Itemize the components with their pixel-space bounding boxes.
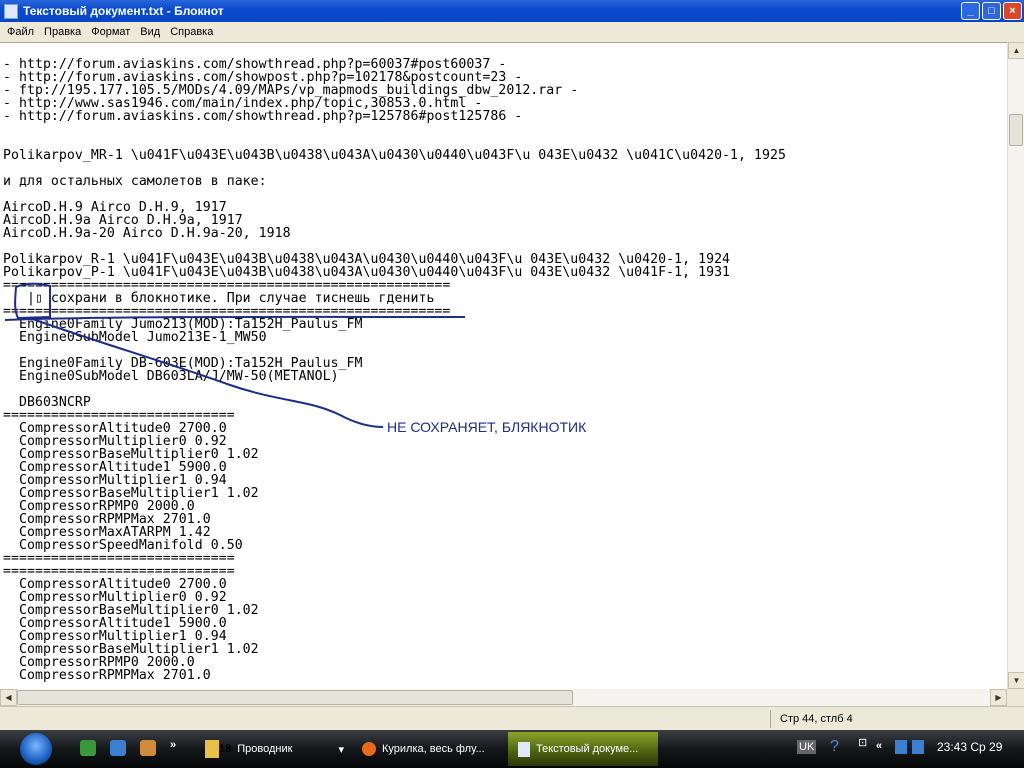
menu-format[interactable]: Формат	[86, 26, 135, 38]
maximize-button[interactable]: □	[982, 2, 1001, 20]
restore-icon[interactable]: ⊡	[858, 736, 867, 749]
text-line: AircoD.H.9a-20 Airco D.H.9a-20, 1918	[3, 226, 291, 241]
help-icon[interactable]: ?	[830, 738, 839, 756]
scroll-up-button[interactable]: ▲	[1008, 42, 1024, 59]
task-label: Текстовый докуме...	[536, 743, 639, 755]
vertical-scrollbar[interactable]: ▲ ▼	[1007, 42, 1024, 689]
document-text[interactable]: - http://forum.aviaskins.com/showthread.…	[0, 43, 1007, 682]
task-explorer[interactable]: 18 Проводник ▾	[195, 732, 350, 766]
text-line: Polikarpov_MR-1 \u041F\u043E\u043B\u0438…	[3, 148, 786, 163]
quicklaunch-more-icon[interactable]: »	[170, 739, 186, 755]
language-indicator[interactable]: UK	[797, 740, 817, 754]
task-label: Проводник	[237, 743, 293, 755]
menu-edit[interactable]: Правка	[39, 26, 86, 38]
minimize-button[interactable]: _	[961, 2, 980, 20]
notepad-icon	[518, 741, 530, 757]
scroll-right-button[interactable]: ▶	[990, 689, 1007, 706]
horizontal-scroll-thumb[interactable]	[17, 690, 573, 705]
text-line: и для остальных самолетов в паке:	[3, 174, 267, 189]
text-line	[3, 383, 1007, 396]
horizontal-scrollbar[interactable]: ◀ ▶	[0, 689, 1007, 706]
vertical-scroll-thumb[interactable]	[1009, 114, 1023, 146]
title-bar[interactable]: Текстовый документ.txt - Блокнот _ □ ×	[0, 0, 1024, 22]
quicklaunch-network-icon[interactable]	[80, 740, 96, 756]
tray-expand-icon[interactable]: «	[876, 740, 882, 752]
annotation-text: НЕ СОХРАНЯЕТ, БЛЯКНОТИК	[387, 419, 587, 435]
clock[interactable]: 23:43 Ср 29	[937, 740, 1002, 754]
text-line	[3, 123, 1007, 136]
scroll-left-button[interactable]: ◀	[0, 689, 17, 706]
taskbar: » 18 Проводник ▾ Курилка, весь флу... Те…	[0, 730, 1024, 768]
quicklaunch-download-icon[interactable]	[140, 740, 156, 756]
text-line: Engine0SubModel DB603LA/J/MW-50(METANOL)	[3, 369, 339, 384]
quicklaunch-app-icon[interactable]	[110, 740, 126, 756]
close-button[interactable]: ×	[1003, 2, 1022, 20]
task-notepad[interactable]: Текстовый докуме...	[508, 732, 658, 766]
firefox-icon	[362, 742, 376, 756]
start-button[interactable]	[20, 733, 52, 765]
text-line: Engine0SubModel Jumo213E-1_MW50	[3, 330, 267, 345]
menu-help[interactable]: Справка	[165, 26, 218, 38]
status-divider	[770, 710, 771, 728]
task-firefox[interactable]: Курилка, весь флу...	[352, 732, 507, 766]
menu-view[interactable]: Вид	[135, 26, 165, 38]
chevron-down-icon: ▾	[338, 743, 344, 756]
text-line: CompressorRPMPMax 2701.0	[3, 668, 211, 683]
folder-icon	[205, 740, 219, 758]
task-count: 18	[219, 743, 232, 755]
menu-file[interactable]: Файл	[2, 26, 39, 38]
task-label: Курилка, весь флу...	[382, 743, 485, 755]
notepad-icon	[4, 3, 18, 19]
text-editor[interactable]: - http://forum.aviaskins.com/showthread.…	[0, 42, 1007, 689]
scroll-corner	[1007, 689, 1024, 706]
status-bar: Стр 44, стлб 4	[0, 706, 1024, 730]
menu-bar: Файл Правка Формат Вид Справка	[0, 22, 1024, 42]
window-title: Текстовый документ.txt - Блокнот	[23, 4, 224, 18]
scroll-down-button[interactable]: ▼	[1008, 672, 1024, 689]
network-icon[interactable]	[895, 740, 907, 754]
text-line: - http://forum.aviaskins.com/showthread.…	[3, 109, 523, 124]
cursor-position: Стр 44, стлб 4	[780, 713, 853, 725]
network-icon-2[interactable]	[912, 740, 924, 754]
